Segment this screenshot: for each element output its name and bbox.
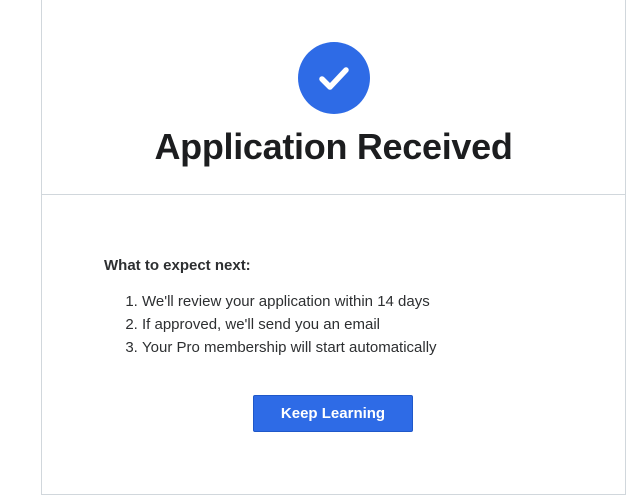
- confirmation-card: Application Received What to expect next…: [41, 0, 626, 495]
- keep-learning-button[interactable]: Keep Learning: [253, 395, 413, 432]
- page-title: Application Received: [154, 126, 513, 167]
- next-steps-heading: What to expect next:: [104, 257, 251, 274]
- next-steps-list: We'll review your application within 14 …: [104, 290, 584, 359]
- checkmark-icon: [298, 42, 370, 114]
- checkmark-glyph: [319, 67, 349, 90]
- next-steps-section: What to expect next: We'll review your a…: [104, 257, 584, 359]
- list-item: If approved, we'll send you an email: [142, 313, 584, 336]
- list-item: We'll review your application within 14 …: [142, 290, 584, 313]
- actions: Keep Learning: [253, 395, 413, 432]
- list-item: Your Pro membership will start automatic…: [142, 336, 584, 359]
- confirmation-header: Application Received: [42, 0, 625, 195]
